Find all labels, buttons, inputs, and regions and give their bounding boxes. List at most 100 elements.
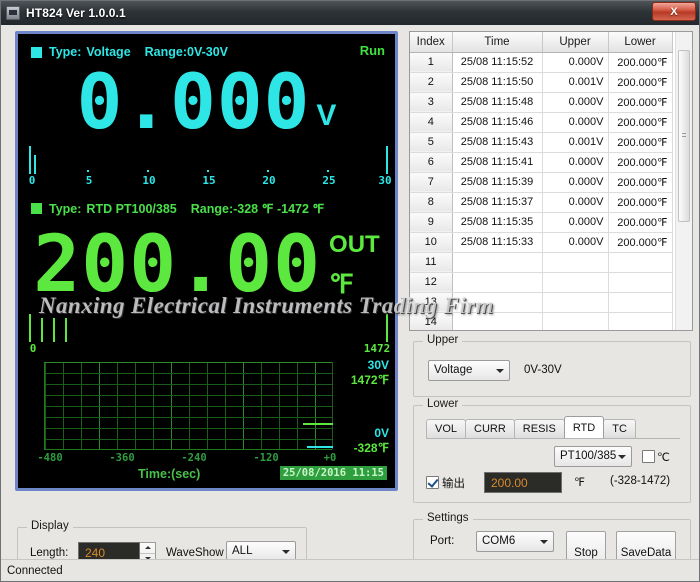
cell-time (452, 292, 542, 312)
cell-lower: 200.000℉ (608, 152, 672, 172)
upper-scale-tick-25: 25 (322, 174, 335, 187)
chevron-down-icon[interactable] (614, 449, 629, 464)
x-tick-120: -120 (253, 452, 278, 464)
chart-legend-lower-min: -328℉ (354, 441, 389, 455)
lower-settings-group: Lower VOL CURR RESIS RTD TC PT100/385 ℃ … (413, 405, 691, 503)
app-icon (6, 6, 20, 20)
column-header-index[interactable]: Index (410, 32, 452, 52)
chart-legend-upper-min: 0V (374, 426, 389, 440)
cell-upper: 0.001V (542, 72, 608, 92)
lower-channel-header: Type: RTD PT100/385 Range:-328 ℉ -1472 ℉ (31, 201, 324, 216)
cell-index: 5 (410, 132, 452, 152)
output-enable-checkbox[interactable] (426, 476, 439, 489)
x-tick-240: -240 (181, 452, 206, 464)
column-header-lower[interactable]: Lower (608, 32, 672, 52)
chevron-down-icon[interactable] (492, 363, 507, 378)
table-row[interactable]: 11 (410, 252, 672, 272)
table-row[interactable]: 1025/08 11:15:330.000V200.000℉ (410, 232, 672, 252)
upper-scale-tick-5: 5 (86, 174, 93, 187)
cell-index: 7 (410, 172, 452, 192)
upper-mode-value: Voltage (434, 364, 472, 376)
column-header-upper[interactable]: Upper (542, 32, 608, 52)
table-scrollbar-thumb[interactable] (678, 50, 690, 222)
measurement-table-grid: Index Time Upper Lower 125/08 11:15:520.… (410, 32, 673, 331)
cell-time: 25/08 11:15:52 (452, 52, 542, 72)
cell-lower (608, 312, 672, 331)
tab-tc[interactable]: TC (603, 419, 636, 438)
chevron-down-icon[interactable] (536, 534, 551, 549)
table-row[interactable]: 125/08 11:15:520.000V200.000℉ (410, 52, 672, 72)
output-value-text: 200.00 (491, 476, 528, 490)
time-axis-ticks: -480 -360 -240 -120 +0 (18, 452, 395, 466)
table-row[interactable]: 14 (410, 312, 672, 331)
table-row[interactable]: 825/08 11:15:370.000V200.000℉ (410, 192, 672, 212)
port-value: COM6 (482, 535, 515, 547)
output-enable-label: 输出 (442, 475, 465, 491)
table-row[interactable]: 325/08 11:15:480.000V200.000℉ (410, 92, 672, 112)
cell-time (452, 312, 542, 331)
table-row[interactable]: 425/08 11:15:460.000V200.000℉ (410, 112, 672, 132)
upper-reading-value: 0.000 (77, 64, 311, 140)
cell-upper (542, 252, 608, 272)
upper-mode-select[interactable]: Voltage (428, 360, 510, 381)
lower-reading: 200.00 OUT ℉ (18, 217, 395, 313)
cell-lower: 200.000℉ (608, 92, 672, 112)
upper-reading-unit: V (316, 99, 336, 143)
cell-index: 4 (410, 112, 452, 132)
run-status-indicator: Run (360, 43, 385, 58)
cell-upper (542, 312, 608, 331)
lower-type-label: Type: (49, 202, 81, 216)
upper-scale-tick-30: 30 (378, 174, 391, 187)
cell-upper: 0.000V (542, 112, 608, 132)
cell-lower: 200.000℉ (608, 192, 672, 212)
table-row[interactable]: 525/08 11:15:430.001V200.000℉ (410, 132, 672, 152)
application-window: HT824 Ver 1.0.0.1 X Type: Voltage Range:… (0, 0, 700, 582)
length-value: 240 (85, 546, 105, 560)
tab-rtd[interactable]: RTD (564, 416, 604, 438)
cell-time (452, 252, 542, 272)
output-value-field[interactable]: 200.00 (484, 472, 562, 493)
port-select[interactable]: COM6 (476, 531, 554, 552)
celsius-label: ℃ (657, 450, 670, 464)
close-button[interactable]: X (652, 2, 696, 21)
celsius-checkbox[interactable] (642, 450, 655, 463)
upper-bargraph-scale: 0 5 10 15 20 25 30 (29, 174, 386, 190)
cell-index: 11 (410, 252, 452, 272)
table-scrollbar[interactable] (675, 32, 692, 330)
tab-curr[interactable]: CURR (465, 419, 515, 438)
tab-resis[interactable]: RESIS (514, 419, 565, 438)
cell-upper: 0.000V (542, 192, 608, 212)
tab-vol[interactable]: VOL (426, 419, 466, 438)
cell-time: 25/08 11:15:48 (452, 92, 542, 112)
length-label: Length: (30, 547, 68, 559)
table-row[interactable]: 625/08 11:15:410.000V200.000℉ (410, 152, 672, 172)
status-bar: Connected (1, 559, 699, 581)
cell-lower: 200.000℉ (608, 232, 672, 252)
cell-index: 1 (410, 52, 452, 72)
cell-lower: 200.000℉ (608, 72, 672, 92)
cell-time: 25/08 11:15:50 (452, 72, 542, 92)
cell-time (452, 272, 542, 292)
table-row[interactable]: 12 (410, 272, 672, 292)
column-header-time[interactable]: Time (452, 32, 542, 52)
cell-time: 25/08 11:15:33 (452, 232, 542, 252)
table-row[interactable]: 225/08 11:15:500.001V200.000℉ (410, 72, 672, 92)
chevron-down-icon[interactable] (278, 544, 293, 559)
lower-reading-value: 200.00 (33, 226, 321, 304)
measurement-table[interactable]: Index Time Upper Lower 125/08 11:15:520.… (409, 31, 693, 331)
cell-lower (608, 272, 672, 292)
lower-reading-unit: ℉ (329, 271, 354, 297)
upper-trace (307, 446, 333, 448)
upper-scale-tick-20: 20 (262, 174, 275, 187)
table-row[interactable]: 13 (410, 292, 672, 312)
table-row[interactable]: 925/08 11:15:350.000V200.000℉ (410, 212, 672, 232)
cell-index: 2 (410, 72, 452, 92)
cell-upper: 0.000V (542, 172, 608, 192)
length-stepper-up[interactable] (140, 543, 155, 554)
lower-bargraph-bars (29, 312, 386, 342)
cell-upper (542, 292, 608, 312)
table-row[interactable]: 725/08 11:15:390.000V200.000℉ (410, 172, 672, 192)
title-bar: HT824 Ver 1.0.0.1 X (1, 1, 699, 25)
rtd-sensor-select[interactable]: PT100/385 (554, 446, 632, 467)
tabstrip-divider (426, 438, 680, 439)
